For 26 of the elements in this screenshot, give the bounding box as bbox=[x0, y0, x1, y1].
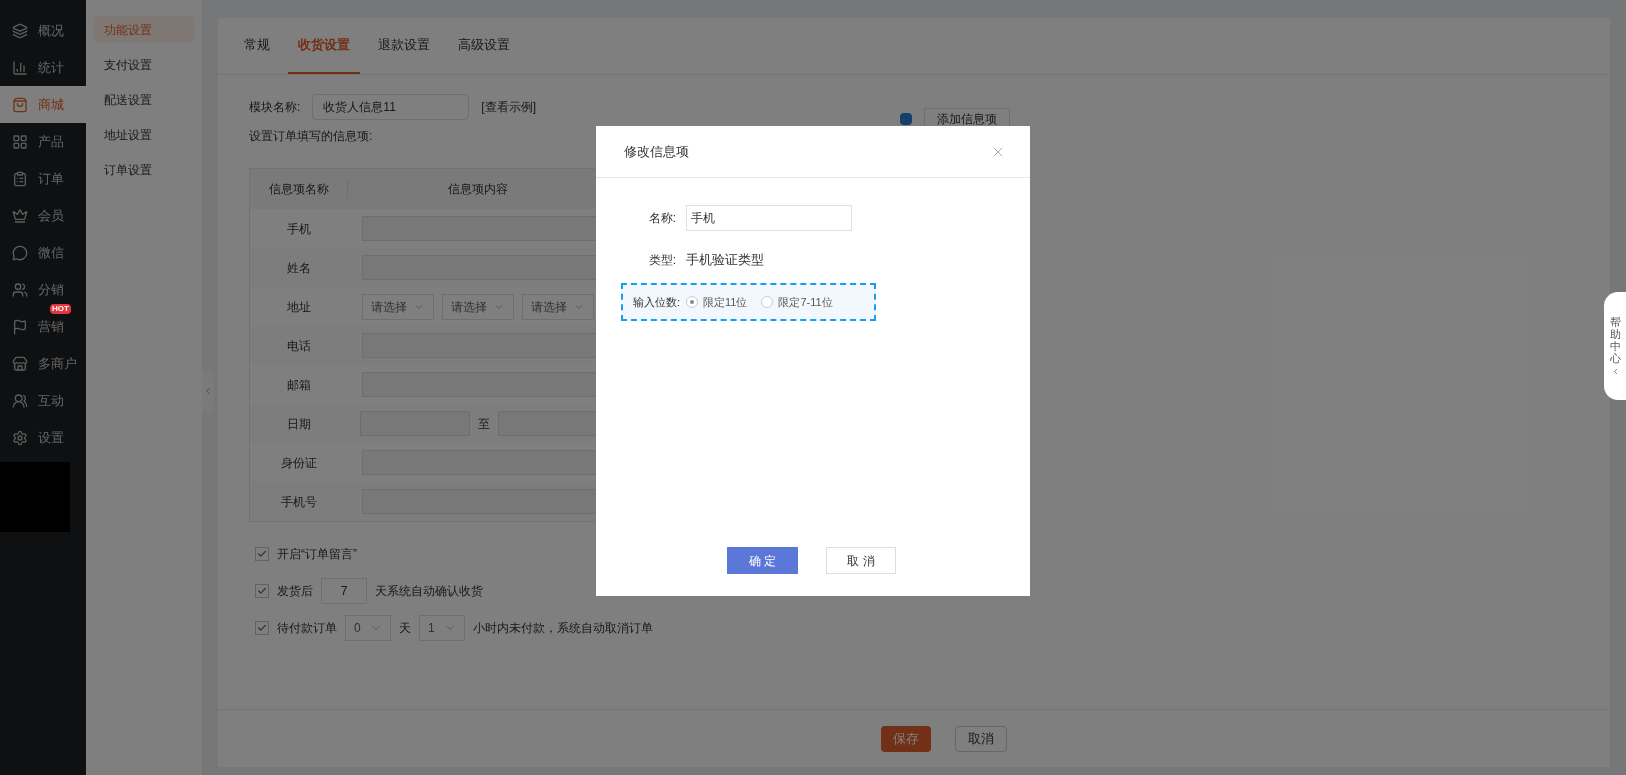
option-text: 待付款订单 bbox=[277, 619, 337, 637]
module-name-label: 模块名称: bbox=[249, 99, 301, 116]
info-items-label: 设置订单填写的信息项: bbox=[249, 128, 373, 145]
name-label: 名称: bbox=[647, 210, 677, 227]
column-header: 信息项名称 bbox=[250, 180, 348, 198]
row-label: 身份证 bbox=[280, 454, 318, 472]
option-text: 小时内未付款，系统自动取消订单 bbox=[473, 619, 653, 637]
option-text: 发货后 bbox=[277, 582, 313, 600]
type-label: 类型: bbox=[647, 252, 677, 269]
type-value: 手机验证类型 bbox=[686, 251, 764, 270]
option-text: 天 bbox=[399, 619, 411, 637]
option-text: 开启“订单留言” bbox=[277, 545, 357, 563]
row-label: 姓名 bbox=[286, 259, 312, 277]
row-label: 电话 bbox=[286, 337, 312, 355]
hot-badge: HOT bbox=[50, 304, 71, 314]
column-header: 信息项内容 bbox=[447, 181, 509, 198]
option-text: 天系统自动确认收货 bbox=[375, 582, 483, 600]
row-label: 地址 bbox=[286, 298, 312, 316]
row-label: 手机号 bbox=[280, 493, 318, 511]
range-separator: 至 bbox=[478, 415, 490, 433]
help-center-text: 帮助中心 bbox=[1609, 315, 1621, 365]
row-label: 手机 bbox=[286, 220, 312, 238]
digits-label: 输入位数: bbox=[631, 294, 681, 310]
row-label: 日期 bbox=[286, 415, 312, 433]
dialog-title: 修改信息项 bbox=[624, 142, 689, 161]
row-label: 邮箱 bbox=[286, 376, 312, 394]
